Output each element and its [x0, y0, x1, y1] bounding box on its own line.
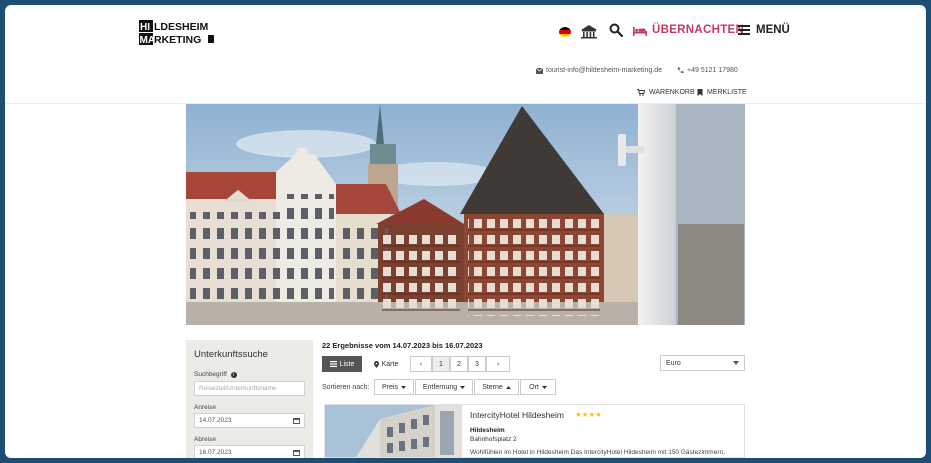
accessibility-house-icon[interactable] — [580, 24, 598, 39]
menu-button[interactable]: MENÜ — [756, 24, 790, 36]
list-icon — [329, 361, 337, 367]
pagination-next[interactable]: › — [486, 356, 510, 372]
hotel-description: Wohlfühlen im Hotel in Hildesheim Das In… — [470, 449, 725, 456]
phone-link[interactable]: +49 5121 17980 — [677, 67, 738, 74]
pagination-page-1[interactable]: 1 — [432, 356, 450, 372]
svg-text:RKETING: RKETING — [154, 34, 201, 46]
search-icon[interactable] — [609, 23, 623, 37]
list-view-button[interactable]: Liste — [322, 356, 362, 372]
arrival-label: Anreise — [194, 404, 217, 411]
search-panel-title: Unterkunftssuche — [194, 349, 268, 360]
watchlist-label: MERKLISTE — [707, 89, 747, 96]
hotel-city: Hildesheim — [470, 427, 505, 434]
envelope-icon — [536, 67, 543, 74]
hildesheim-marketing-logo[interactable]: HI MA LDESHEIM RKETING — [139, 20, 219, 46]
sort-location-button[interactable]: Ort — [520, 379, 556, 395]
hotel-street: Bahnhofsplatz 2 — [470, 436, 517, 443]
overnight-nav-link[interactable]: ÜBERNACHTEN — [652, 24, 744, 36]
german-flag-icon[interactable] — [559, 27, 571, 37]
caret-up-icon — [505, 385, 511, 389]
svg-text:HI: HI — [140, 22, 150, 33]
caret-down-icon — [541, 385, 547, 389]
phone-icon — [677, 67, 684, 74]
calendar-icon[interactable] — [293, 449, 300, 456]
results-summary: 22 Ergebnisse vom 14.07.2023 bis 16.07.2… — [322, 341, 483, 350]
sort-label: Sortieren nach: — [322, 384, 370, 391]
caret-down-icon — [460, 385, 466, 389]
arrival-date-field[interactable]: 14.07.2023 — [194, 413, 305, 428]
hotel-name-link[interactable]: IntercityHotel Hildesheim — [470, 410, 564, 420]
hamburger-menu-icon[interactable] — [738, 24, 750, 36]
hotel-photo[interactable] — [325, 405, 462, 458]
pagination-prev[interactable]: ‹ — [410, 356, 432, 372]
currency-select[interactable]: Euro — [660, 355, 745, 371]
info-icon[interactable]: i — [230, 372, 237, 378]
email-link[interactable]: tourist-info@hildesheim-marketing.de — [536, 67, 662, 74]
departure-label: Abreise — [194, 436, 217, 443]
search-term-label: Suchbegriff i — [194, 371, 237, 378]
departure-date-field[interactable]: 16.07.2023 — [194, 445, 305, 458]
hero-windows-overlay — [190, 194, 600, 316]
accommodation-search-panel: Unterkunftssuche Suchbegriff i Reiseziel… — [186, 340, 313, 458]
bookmark-icon — [697, 89, 703, 96]
chevron-down-icon — [733, 361, 739, 365]
phone-text: +49 5121 17980 — [687, 67, 738, 74]
cart-link[interactable]: WARENKORB — [637, 89, 695, 96]
sort-distance-button[interactable]: Entfernung — [415, 379, 473, 395]
pagination-page-3[interactable]: 3 — [468, 356, 486, 372]
svg-text:LDESHEIM: LDESHEIM — [154, 21, 209, 33]
search-term-input[interactable]: Reiseziel/Unterkunftsname — [194, 381, 305, 396]
svg-text:MA: MA — [140, 35, 156, 46]
map-view-button[interactable]: Karte — [365, 356, 407, 372]
sort-price-button[interactable]: Preis — [374, 379, 414, 395]
watchlist-link[interactable]: MERKLISTE — [697, 89, 747, 96]
sort-stars-button[interactable]: Sterne — [474, 379, 519, 395]
caret-down-icon — [400, 385, 406, 389]
hotel-star-rating: ★★★★ — [575, 410, 602, 419]
email-text: tourist-info@hildesheim-marketing.de — [546, 67, 663, 74]
pagination-page-2[interactable]: 2 — [450, 356, 468, 372]
calendar-icon[interactable] — [293, 417, 300, 424]
hotel-result-card[interactable]: IntercityHotel Hildesheim ★★★★ Hildeshei… — [324, 404, 745, 458]
cart-icon — [637, 89, 645, 96]
bed-icon[interactable] — [633, 26, 647, 36]
browser-page: HI MA LDESHEIM RKETING ÜBERNACHTEN MENÜ — [5, 5, 926, 458]
cart-label: WARENKORB — [649, 89, 695, 96]
map-pin-icon — [373, 360, 379, 368]
